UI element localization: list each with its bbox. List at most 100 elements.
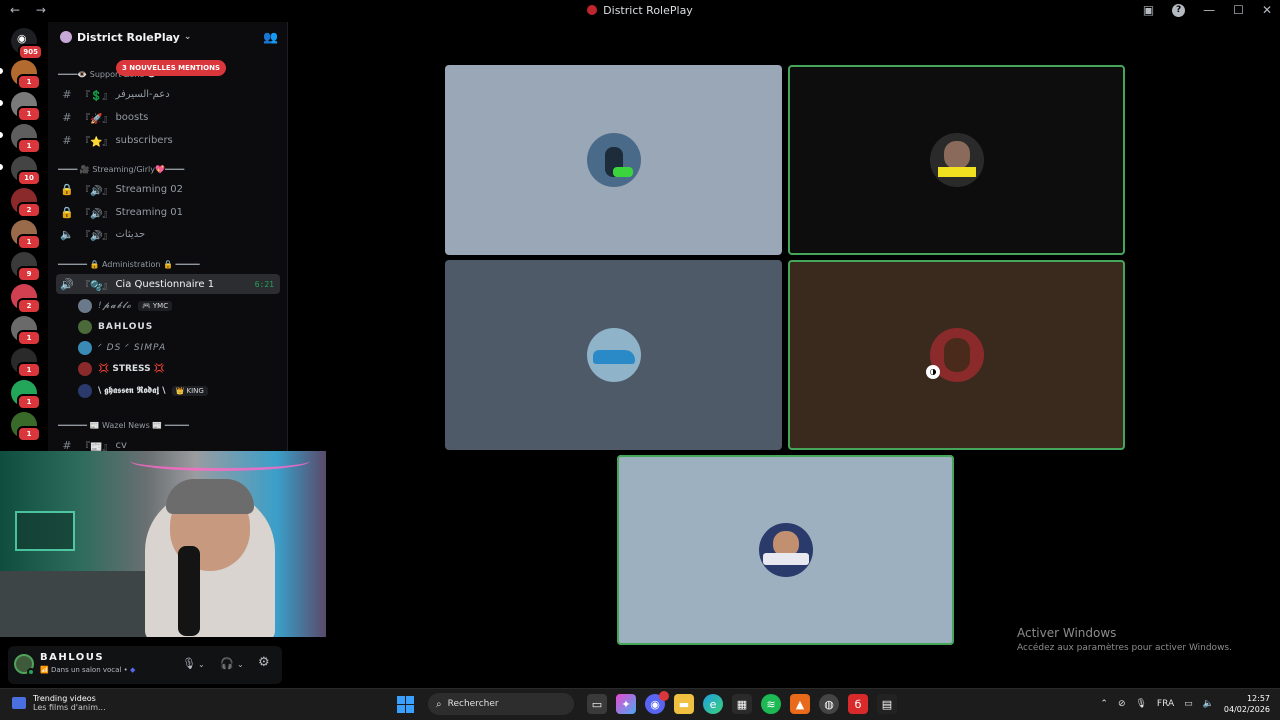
user-name[interactable]: BAHLOUS bbox=[40, 652, 104, 663]
server-icon-7[interactable]: 9 bbox=[11, 252, 41, 282]
channel-subscribers[interactable]: # 『⭐』 subscribers bbox=[56, 130, 280, 150]
avatar bbox=[78, 320, 92, 334]
watermark-title: Activer Windows bbox=[1017, 626, 1117, 640]
microphone-icon[interactable]: 🎙 bbox=[182, 657, 196, 670]
server-icon-6[interactable]: 1 bbox=[11, 220, 41, 250]
spotify-icon[interactable]: ≋ bbox=[761, 694, 781, 714]
server-badge: 1 bbox=[17, 138, 41, 154]
voice-user[interactable]: ᐟ DS ᐟ SIMPA bbox=[78, 339, 166, 357]
server-icon-4[interactable]: 10 bbox=[11, 156, 41, 186]
settings-gear-icon[interactable]: ⚙ bbox=[258, 655, 270, 670]
store-icon[interactable]: ▦ bbox=[732, 694, 752, 714]
language-indicator[interactable]: FRA bbox=[1157, 699, 1174, 709]
edge-browser-icon[interactable]: e bbox=[703, 694, 723, 714]
game-launcher-icon[interactable]: б bbox=[848, 694, 868, 714]
news-widget[interactable]: Trending videos Les films d'anim... bbox=[12, 694, 106, 712]
server-badge: 1 bbox=[17, 74, 41, 90]
file-explorer-icon[interactable]: ▬ bbox=[674, 694, 694, 714]
category-wazel-news[interactable]: ━━━━━━ 📰 Wazel News 📰 ━━━━━ bbox=[58, 421, 189, 430]
direct-messages-button[interactable]: ◉ 905 bbox=[11, 28, 43, 60]
inbox-icon[interactable]: ▣ bbox=[1143, 3, 1154, 17]
server-icon-11[interactable]: 1 bbox=[11, 380, 41, 410]
help-icon[interactable]: ? bbox=[1172, 3, 1186, 17]
network-off-icon[interactable]: ⊘ bbox=[1118, 699, 1126, 709]
voice-user-name: BAHLOUS bbox=[98, 322, 154, 332]
server-list: ◉ 905 1 1 1 10 2 1 9 2 1 1 1 1 bbox=[0, 22, 48, 452]
app-icon[interactable]: ◍ bbox=[819, 694, 839, 714]
artifact-app-icon[interactable]: ▲ bbox=[790, 694, 810, 714]
widget-subtitle: Les films d'anim... bbox=[33, 703, 106, 712]
neon-light bbox=[130, 451, 310, 471]
server-icon-1[interactable]: 1 bbox=[11, 60, 41, 90]
video-widget-icon bbox=[12, 697, 26, 709]
channel-label: subscribers bbox=[115, 134, 173, 146]
channel-label: cv bbox=[115, 439, 127, 451]
microphone-tray-icon[interactable]: 🎙 bbox=[1135, 699, 1146, 709]
server-badge: 1 bbox=[17, 426, 41, 442]
server-icon-9[interactable]: 1 bbox=[11, 316, 41, 346]
channel-cia-questionnaire[interactable]: 🔊 『🫧』 Cia Questionnaire 1 6:21 bbox=[56, 274, 280, 294]
voice-user[interactable]: \ 𝖌𝖍𝖆𝖘𝖘𝖊𝖓 𝕽𝖔𝖉𝖆𝖏 \ 👑 KING bbox=[78, 382, 208, 400]
category-streaming[interactable]: ━━━━ 🎥 Streaming/Girly💖━━━━ bbox=[58, 165, 184, 174]
channel-haditat[interactable]: 🔈 『🔊』 حديثات bbox=[56, 224, 280, 244]
face-shape bbox=[943, 141, 970, 169]
display-icon[interactable]: ▭ bbox=[1184, 699, 1193, 709]
rocket-icon: 『🚀』 bbox=[80, 113, 113, 125]
clock-date: 04/02/2026 bbox=[1223, 705, 1270, 714]
search-icon: ⌕ bbox=[436, 698, 442, 710]
discord-app-icon[interactable]: ◉ bbox=[645, 691, 669, 714]
video-tile[interactable] bbox=[445, 260, 782, 450]
lock-icon: 🔒 bbox=[60, 205, 74, 219]
channel-streaming-02[interactable]: 🔒 『🔊』 Streaming 02 bbox=[56, 179, 280, 199]
district-app-icon[interactable]: ▤ bbox=[877, 694, 897, 714]
server-icon-5[interactable]: 2 bbox=[11, 188, 41, 218]
voice-user[interactable]: !𝓹𝓪𝓫𝓵𝓸 🎮 YMC bbox=[78, 297, 173, 315]
task-view-icon[interactable]: ▭ bbox=[587, 694, 607, 714]
close-button[interactable]: ✕ bbox=[1262, 3, 1272, 17]
mic-options-chevron-icon[interactable]: ⌄ bbox=[198, 660, 205, 669]
unread-pip bbox=[0, 68, 3, 74]
category-administration[interactable]: ━━━━━━ 🔒 Administration 🔒 ━━━━━ bbox=[58, 260, 200, 269]
speaker-icon: 『🔊』 bbox=[80, 208, 113, 220]
video-tile[interactable] bbox=[617, 455, 954, 645]
unread-pip bbox=[0, 132, 3, 138]
clan-tag: 🎮 YMC bbox=[137, 301, 173, 311]
channel-label: boosts bbox=[115, 111, 149, 123]
server-icon-12[interactable]: 1 bbox=[11, 412, 41, 442]
headset-options-chevron-icon[interactable]: ⌄ bbox=[237, 660, 244, 669]
windows-start-button[interactable] bbox=[395, 694, 415, 714]
video-tile[interactable] bbox=[788, 65, 1125, 255]
channel-streaming-01[interactable]: 🔒 『🔊』 Streaming 01 bbox=[56, 202, 280, 222]
search-placeholder: Rechercher bbox=[447, 699, 499, 709]
server-icon-2[interactable]: 1 bbox=[11, 92, 41, 122]
server-icon-3[interactable]: 1 bbox=[11, 124, 41, 154]
copilot-icon[interactable]: ✦ bbox=[616, 694, 636, 714]
background-shelf bbox=[15, 511, 75, 551]
server-header[interactable]: District RolePlay ⌄ 👥 bbox=[48, 22, 288, 52]
server-icon-10[interactable]: 1 bbox=[11, 348, 41, 378]
volume-icon[interactable]: 🔈 bbox=[1203, 699, 1214, 709]
unread-pip bbox=[0, 100, 3, 106]
maximize-button[interactable]: ☐ bbox=[1233, 3, 1244, 17]
windows-logo-icon bbox=[396, 695, 414, 713]
channel-support[interactable]: # 『💲』 دعم-السيرفر bbox=[56, 84, 280, 104]
headset-icon[interactable]: 🎧 bbox=[220, 657, 234, 670]
taskbar-search[interactable]: ⌕ Rechercher bbox=[428, 693, 574, 715]
streamer-cap bbox=[166, 479, 254, 514]
voice-user[interactable]: BAHLOUS bbox=[78, 318, 153, 336]
minimize-button[interactable]: — bbox=[1203, 3, 1215, 17]
star-icon: 『⭐』 bbox=[80, 136, 113, 148]
mentions-pill[interactable]: 3 NOUVELLES MENTIONS bbox=[116, 60, 227, 76]
voice-user[interactable]: 💢 STRESS 💢 bbox=[78, 360, 165, 378]
server-icon-8[interactable]: 2 bbox=[11, 284, 41, 314]
chevron-up-icon[interactable]: ⌃ bbox=[1100, 699, 1108, 709]
add-member-icon[interactable]: 👥 bbox=[263, 30, 278, 44]
window-title: District RolePlay bbox=[0, 4, 1280, 17]
clock[interactable]: 12:57 04/02/2026 bbox=[1224, 693, 1270, 715]
streamer-webcam bbox=[0, 451, 326, 637]
money-icon: 『💲』 bbox=[80, 90, 113, 102]
video-tile[interactable] bbox=[445, 65, 782, 255]
participant-avatar bbox=[586, 133, 641, 187]
video-tile[interactable]: ◑ bbox=[788, 260, 1125, 450]
channel-boosts[interactable]: # 『🚀』 boosts bbox=[56, 107, 280, 127]
